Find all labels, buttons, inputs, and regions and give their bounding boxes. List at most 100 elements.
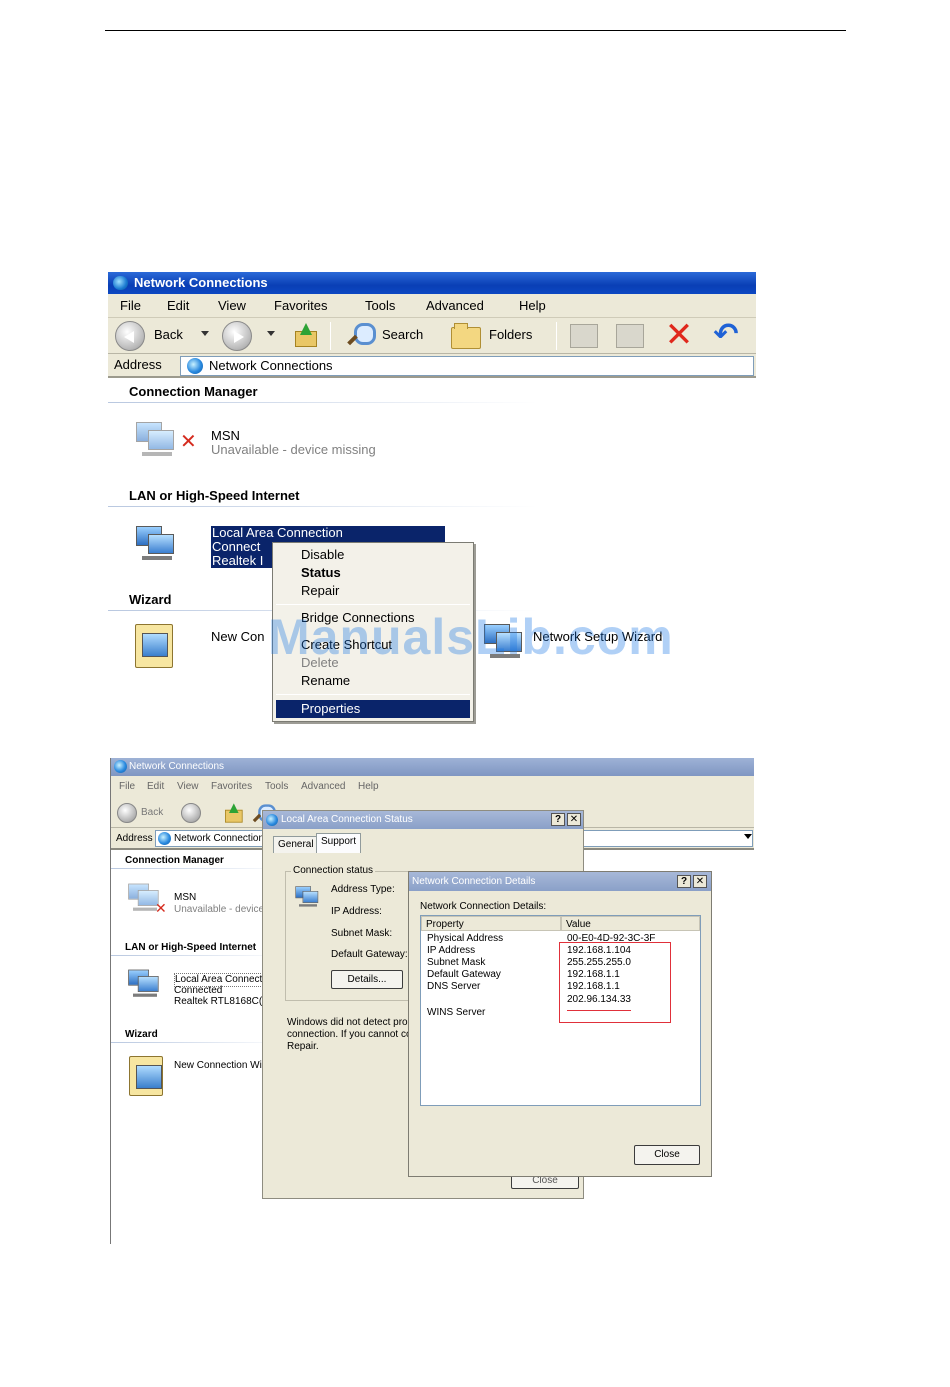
column-header-value[interactable]: Value — [561, 916, 700, 931]
window-title-bar[interactable]: Network Connections — [108, 272, 756, 294]
dialog-title-bar[interactable]: Network Connection Details — [409, 872, 711, 891]
menu-advanced[interactable]: Advanced — [301, 776, 345, 798]
back-button-label[interactable]: Back — [141, 807, 163, 818]
support-message-line: connection. If you cannot co — [287, 1029, 412, 1040]
help-button[interactable]: ? — [677, 875, 691, 888]
folders-icon[interactable] — [451, 323, 481, 349]
forward-arrow-icon[interactable] — [181, 803, 201, 823]
tab-support[interactable]: Support — [316, 833, 362, 853]
lan-connection-name[interactable]: Local Area Connection — [211, 526, 445, 540]
menu-item-status[interactable]: Status — [301, 565, 341, 580]
address-value: Network Connections — [209, 358, 333, 373]
row-property: DNS Server — [427, 981, 481, 992]
back-dropdown-icon[interactable] — [201, 331, 209, 336]
menu-advanced[interactable]: Advanced — [426, 294, 484, 318]
back-arrow-icon[interactable] — [115, 321, 145, 351]
copy-to-icon[interactable] — [616, 324, 644, 348]
new-connection-wizard-label[interactable]: New Connection Wiz — [174, 1060, 267, 1072]
close-x-button[interactable]: ✕ — [693, 875, 707, 888]
connection-details-dialog: Network Connection Details ? ✕ Network C… — [408, 871, 712, 1177]
help-button[interactable]: ? — [551, 813, 565, 826]
menu-item-disable[interactable]: Disable — [301, 547, 344, 562]
menu-separator — [276, 694, 470, 695]
msn-status: Unavailable - device r — [174, 904, 271, 915]
menu-file[interactable]: File — [120, 294, 141, 318]
window-title-bar[interactable]: Network Connections — [111, 758, 754, 776]
menu-edit[interactable]: Edit — [167, 294, 189, 318]
column-header-property[interactable]: Property — [421, 916, 561, 931]
forward-arrow-icon[interactable] — [222, 321, 252, 351]
label-default-gateway: Default Gateway: — [331, 949, 408, 960]
watermark-text: ManualsLib.com — [268, 609, 674, 665]
section-lan: LAN or High-Speed Internet — [129, 488, 300, 503]
new-connection-wizard-label[interactable]: New Con — [211, 630, 264, 644]
toolbar-separator — [556, 322, 557, 350]
label-subnet-mask: Subnet Mask: — [331, 928, 393, 939]
section-wizard: Wizard — [129, 592, 172, 607]
msn-name[interactable]: MSN — [174, 892, 196, 904]
folders-button-label[interactable]: Folders — [489, 327, 532, 342]
msn-name[interactable]: MSN — [211, 429, 240, 443]
network-connections-icon — [113, 276, 128, 290]
move-to-icon[interactable] — [570, 324, 598, 348]
search-icon[interactable] — [346, 321, 376, 349]
row-property: IP Address — [427, 945, 476, 956]
dialog-title: Local Area Connection Status — [281, 814, 413, 825]
details-button[interactable]: Details... — [331, 970, 403, 989]
row-property: Physical Address — [427, 933, 504, 944]
menu-item-repair[interactable]: Repair — [301, 583, 339, 598]
menu-favorites[interactable]: Favorites — [274, 294, 327, 318]
folder-up-icon[interactable] — [223, 803, 243, 823]
lan-connection-device: Realtek RTL8168C(P) — [174, 996, 273, 1007]
menu-bar: File Edit View Favorites Tools Advanced … — [108, 294, 756, 318]
window-title: Network Connections — [129, 761, 225, 772]
back-arrow-icon[interactable] — [117, 803, 137, 823]
delete-icon[interactable]: ✕ — [664, 318, 694, 352]
address-label: Address — [114, 357, 162, 372]
menu-view[interactable]: View — [177, 776, 199, 798]
msn-status: Unavailable - device missing — [211, 442, 376, 457]
section-wizard: Wizard — [125, 1029, 158, 1040]
local-area-connection-icon[interactable] — [132, 524, 178, 564]
address-bar: Address Network Connections — [108, 354, 756, 378]
address-dropdown-icon[interactable] — [744, 834, 752, 839]
section-connection-manager: Connection Manager — [129, 384, 258, 399]
dialog-title-bar[interactable]: Local Area Connection Status — [263, 811, 583, 829]
network-connections-icon — [114, 760, 127, 773]
forward-dropdown-icon[interactable] — [267, 331, 275, 336]
toolbar-separator — [330, 322, 331, 350]
label-address-type: Address Type: — [331, 884, 395, 895]
tab-general[interactable]: General — [273, 836, 319, 853]
msn-connection-icon[interactable] — [132, 420, 178, 460]
local-area-connection-icon[interactable] — [125, 968, 162, 1000]
details-caption: Network Connection Details: — [420, 901, 547, 912]
address-label: Address — [116, 833, 153, 844]
menu-help[interactable]: Help — [358, 776, 379, 798]
new-connection-wizard-icon[interactable] — [129, 1056, 163, 1096]
close-button[interactable]: Close — [634, 1145, 700, 1165]
toolbar: Back Search Folders ✕ ↶ — [108, 318, 756, 354]
window-title: Network Connections — [134, 275, 268, 290]
menu-item-properties[interactable]: Properties — [301, 701, 360, 716]
details-list[interactable]: Property Value Physical Address 00-E0-4D… — [420, 915, 701, 1106]
address-input[interactable]: Network Connections — [180, 356, 754, 376]
menu-edit[interactable]: Edit — [147, 776, 164, 798]
menu-file[interactable]: File — [119, 776, 135, 798]
address-value: Network Connections — [174, 833, 270, 844]
undo-icon[interactable]: ↶ — [711, 320, 741, 351]
menu-tools[interactable]: Tools — [265, 776, 288, 798]
section-divider — [108, 506, 538, 507]
menu-help[interactable]: Help — [519, 294, 546, 318]
folder-up-icon[interactable] — [293, 323, 317, 347]
search-button-label[interactable]: Search — [382, 327, 423, 342]
new-connection-wizard-icon[interactable] — [135, 624, 173, 668]
menu-favorites[interactable]: Favorites — [211, 776, 252, 798]
close-x-button[interactable]: ✕ — [567, 813, 581, 826]
row-property: Default Gateway — [427, 969, 501, 980]
dialog-title: Network Connection Details — [412, 876, 536, 887]
connection-icon — [266, 814, 278, 826]
menu-item-rename[interactable]: Rename — [301, 673, 350, 688]
menu-view[interactable]: View — [218, 294, 246, 318]
back-button-label[interactable]: Back — [154, 327, 183, 342]
menu-tools[interactable]: Tools — [365, 294, 395, 318]
